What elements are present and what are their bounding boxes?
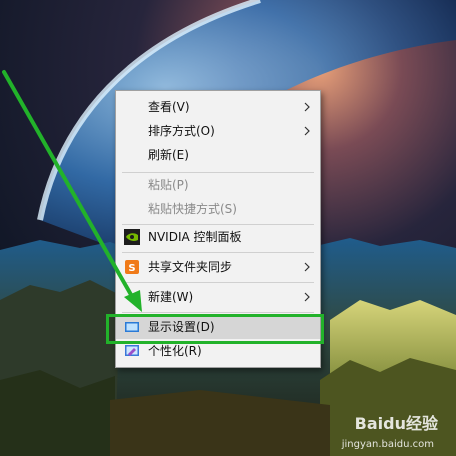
menu-item-nvidia-control-panel[interactable]: NVIDIA 控制面板 bbox=[116, 225, 320, 249]
sync-folder-icon: S bbox=[125, 260, 139, 274]
menu-item-paste[interactable]: 粘贴(P) bbox=[116, 173, 320, 197]
annotation-highlight-box bbox=[106, 314, 324, 344]
chevron-right-icon bbox=[304, 126, 310, 136]
watermark-url: jingyan.baidu.com bbox=[341, 439, 434, 450]
menu-item-sort-by[interactable]: 排序方式(O) bbox=[116, 119, 320, 143]
menu-separator bbox=[122, 312, 314, 313]
chevron-right-icon bbox=[304, 292, 310, 302]
menu-separator bbox=[122, 252, 314, 253]
chevron-right-icon bbox=[304, 262, 310, 272]
menu-separator bbox=[122, 282, 314, 283]
watermark-brand: Baidu经验 bbox=[354, 414, 438, 433]
menu-item-paste-shortcut[interactable]: 粘贴快捷方式(S) bbox=[116, 197, 320, 221]
personalize-icon bbox=[125, 345, 139, 356]
menu-item-shared-folder-sync[interactable]: S 共享文件夹同步 bbox=[116, 255, 320, 279]
chevron-right-icon bbox=[304, 102, 310, 112]
nvidia-icon bbox=[124, 229, 140, 245]
svg-text:S: S bbox=[128, 263, 135, 274]
menu-item-new[interactable]: 新建(W) bbox=[116, 285, 320, 309]
menu-item-view[interactable]: 查看(V) bbox=[116, 95, 320, 119]
menu-item-refresh[interactable]: 刷新(E) bbox=[116, 143, 320, 167]
